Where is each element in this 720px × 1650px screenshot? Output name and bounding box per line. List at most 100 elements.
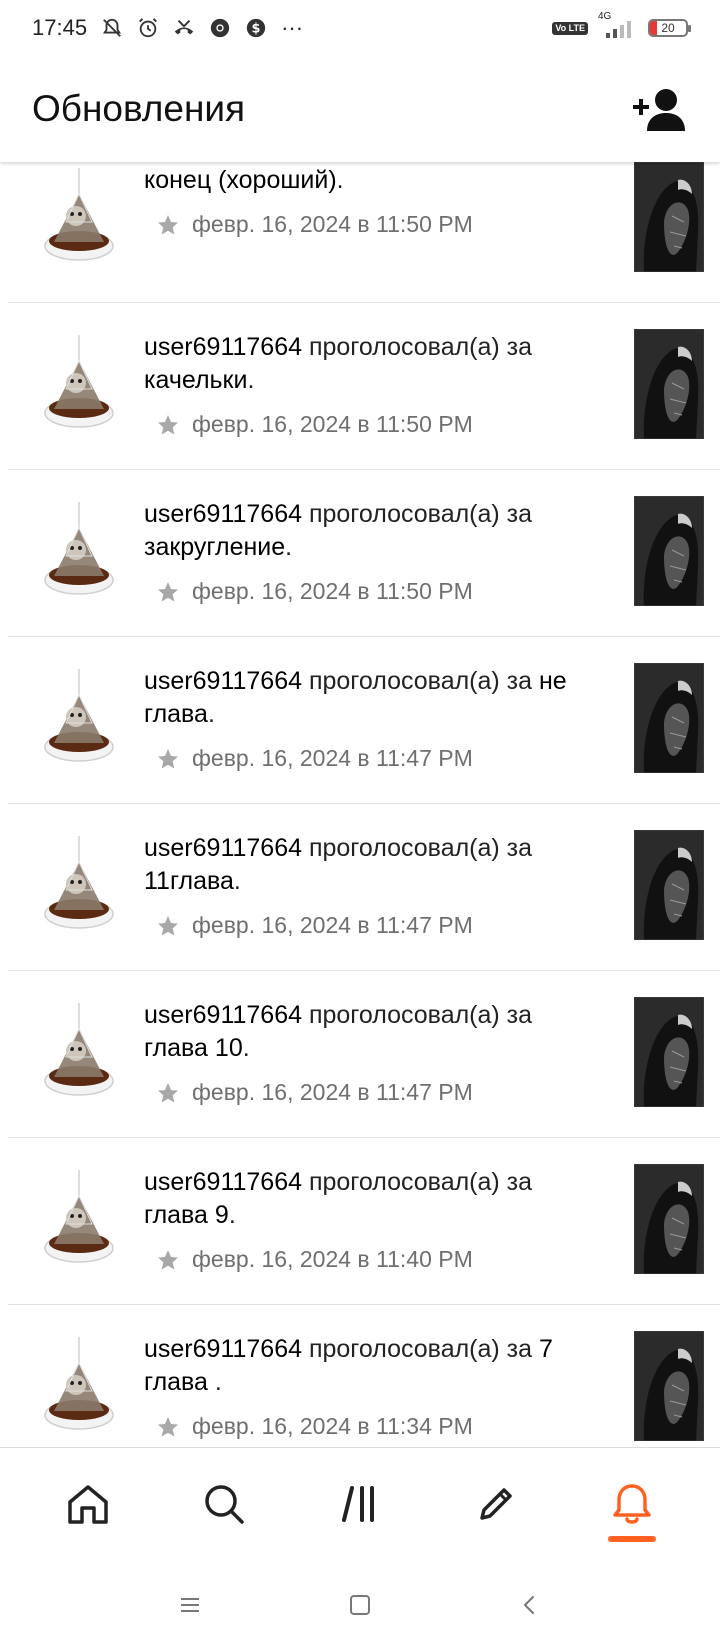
nav-notifications-button[interactable] <box>592 1464 672 1544</box>
story-title[interactable]: качельки <box>144 366 247 394</box>
update-date: февр. 16, 2024 в 11:50 PM <box>192 411 473 437</box>
home-system-button[interactable] <box>340 1585 380 1625</box>
story-title[interactable]: глава 9 <box>144 1201 229 1229</box>
update-item[interactable]: user69117664 проголосовал(а) за 11глава.… <box>8 804 720 971</box>
star-icon <box>158 414 178 434</box>
recents-button[interactable] <box>170 1585 210 1625</box>
story-cover[interactable] <box>634 997 704 1107</box>
update-meta: февр. 16, 2024 в 11:47 PM <box>156 1079 594 1106</box>
network-type: 4G <box>598 11 612 22</box>
update-text: user69117664 проголосовал(а) за 11глава. <box>144 832 594 898</box>
update-text: user69117664 проголосовал(а) за качельки… <box>144 331 594 397</box>
story-cover[interactable] <box>634 496 704 606</box>
update-suffix: . <box>242 1034 250 1062</box>
update-body: user69117664 проголосовал(а) за 11глава.… <box>144 832 594 939</box>
star-icon <box>158 748 178 768</box>
back-chevron-icon <box>524 1595 534 1614</box>
avatar[interactable] <box>36 1335 122 1435</box>
update-item[interactable]: user69117664 проголосовал(а) за закругле… <box>8 470 720 637</box>
story-title[interactable]: закругление <box>144 533 285 561</box>
update-date: февр. 16, 2024 в 11:47 PM <box>192 912 473 938</box>
update-body: user69117664 проголосовал(а) за глава 9.… <box>144 1166 594 1273</box>
update-date: февр. 16, 2024 в 11:50 PM <box>192 211 473 237</box>
story-cover[interactable] <box>634 1331 704 1441</box>
story-cover[interactable] <box>634 162 704 272</box>
story-title[interactable]: конец (хороший) <box>144 166 337 194</box>
avatar[interactable] <box>36 333 122 433</box>
update-item[interactable]: user69117664 проголосовал(а) за глава 10… <box>8 971 720 1138</box>
story-cover[interactable] <box>634 329 704 439</box>
update-date: февр. 16, 2024 в 11:50 PM <box>192 578 473 604</box>
update-text: user69117664 проголосовал(а) за не глава… <box>144 665 594 731</box>
app-bar: Обновления <box>0 56 720 162</box>
star-icon <box>158 915 178 935</box>
avatar[interactable] <box>36 500 122 600</box>
add-user-icon <box>633 89 685 131</box>
search-icon <box>205 1484 244 1524</box>
update-meta: февр. 16, 2024 в 11:40 PM <box>156 1246 594 1273</box>
update-suffix: . <box>233 867 241 895</box>
username[interactable]: user69117664 <box>144 1335 302 1363</box>
story-title[interactable]: 11глава <box>144 867 234 895</box>
update-action: проголосовал(а) за <box>302 834 533 862</box>
star-icon <box>158 1416 178 1436</box>
username[interactable]: user69117664 <box>144 333 302 361</box>
add-user-button[interactable] <box>632 81 688 137</box>
updates-feed[interactable]: конец (хороший). февр. 16, 2024 в 11:50 … <box>0 162 720 1447</box>
update-meta: февр. 16, 2024 в 11:34 PM <box>156 1413 594 1440</box>
username[interactable]: user69117664 <box>144 1001 302 1029</box>
notifications-icon <box>613 1483 651 1524</box>
star-icon <box>158 581 178 601</box>
update-suffix: . <box>285 533 293 561</box>
update-suffix: . <box>336 166 344 194</box>
story-title[interactable]: глава 10 <box>144 1034 243 1062</box>
battery-level: 20 <box>661 21 675 35</box>
update-suffix: . <box>247 366 255 394</box>
star-icon <box>158 214 178 234</box>
update-action: проголосовал(а) за <box>302 1001 533 1029</box>
avatar[interactable] <box>36 166 122 266</box>
update-text: user69117664 проголосовал(а) за глава 9. <box>144 1166 594 1232</box>
update-item[interactable]: user69117664 проголосовал(а) за глава 9.… <box>8 1138 720 1305</box>
update-date: февр. 16, 2024 в 11:47 PM <box>192 745 473 771</box>
nav-write-button[interactable] <box>456 1464 536 1544</box>
chrome-icon <box>209 17 231 39</box>
update-text: user69117664 проголосовал(а) за 7 глава … <box>144 1333 594 1399</box>
update-body: user69117664 проголосовал(а) за 7 глава … <box>144 1333 594 1440</box>
update-meta: февр. 16, 2024 в 11:47 PM <box>156 745 594 772</box>
story-cover[interactable] <box>634 1164 704 1274</box>
alarm-icon <box>137 17 159 39</box>
update-text: user69117664 проголосовал(а) за глава 10… <box>144 999 594 1065</box>
username[interactable]: user69117664 <box>144 500 302 528</box>
update-item[interactable]: user69117664 проголосовал(а) за не глава… <box>8 637 720 804</box>
bottom-nav <box>0 1447 720 1559</box>
avatar[interactable] <box>36 1001 122 1101</box>
username[interactable]: user69117664 <box>144 834 302 862</box>
username[interactable]: user69117664 <box>144 1168 302 1196</box>
back-button[interactable] <box>510 1585 550 1625</box>
update-action: проголосовал(а) за <box>302 667 539 695</box>
nav-library-button[interactable] <box>320 1464 400 1544</box>
nav-search-button[interactable] <box>184 1464 264 1544</box>
update-text: конец (хороший). <box>144 164 594 197</box>
update-body: user69117664 проголосовал(а) за глава 10… <box>144 999 594 1106</box>
update-item[interactable]: user69117664 проголосовал(а) за 7 глава … <box>8 1305 720 1447</box>
username[interactable]: user69117664 <box>144 667 302 695</box>
update-meta: февр. 16, 2024 в 11:50 PM <box>156 211 594 238</box>
status-time: 17:45 <box>32 15 88 40</box>
update-suffix: . <box>214 1368 222 1396</box>
feed-list: конец (хороший). февр. 16, 2024 в 11:50 … <box>0 162 720 1447</box>
avatar[interactable] <box>36 834 122 934</box>
update-item[interactable]: user69117664 проголосовал(а) за качельки… <box>8 303 720 470</box>
story-cover[interactable] <box>634 663 704 773</box>
signal-icon: 4G <box>598 11 638 39</box>
avatar[interactable] <box>36 667 122 767</box>
nav-home-button[interactable] <box>48 1464 128 1544</box>
story-cover[interactable] <box>634 830 704 940</box>
avatar[interactable] <box>36 1168 122 1268</box>
update-item[interactable]: конец (хороший). февр. 16, 2024 в 11:50 … <box>8 162 720 303</box>
update-action: проголосовал(а) за <box>302 1168 533 1196</box>
home-icon <box>68 1484 108 1524</box>
update-meta: февр. 16, 2024 в 11:50 PM <box>156 578 594 605</box>
update-action: проголосовал(а) за <box>302 333 533 361</box>
